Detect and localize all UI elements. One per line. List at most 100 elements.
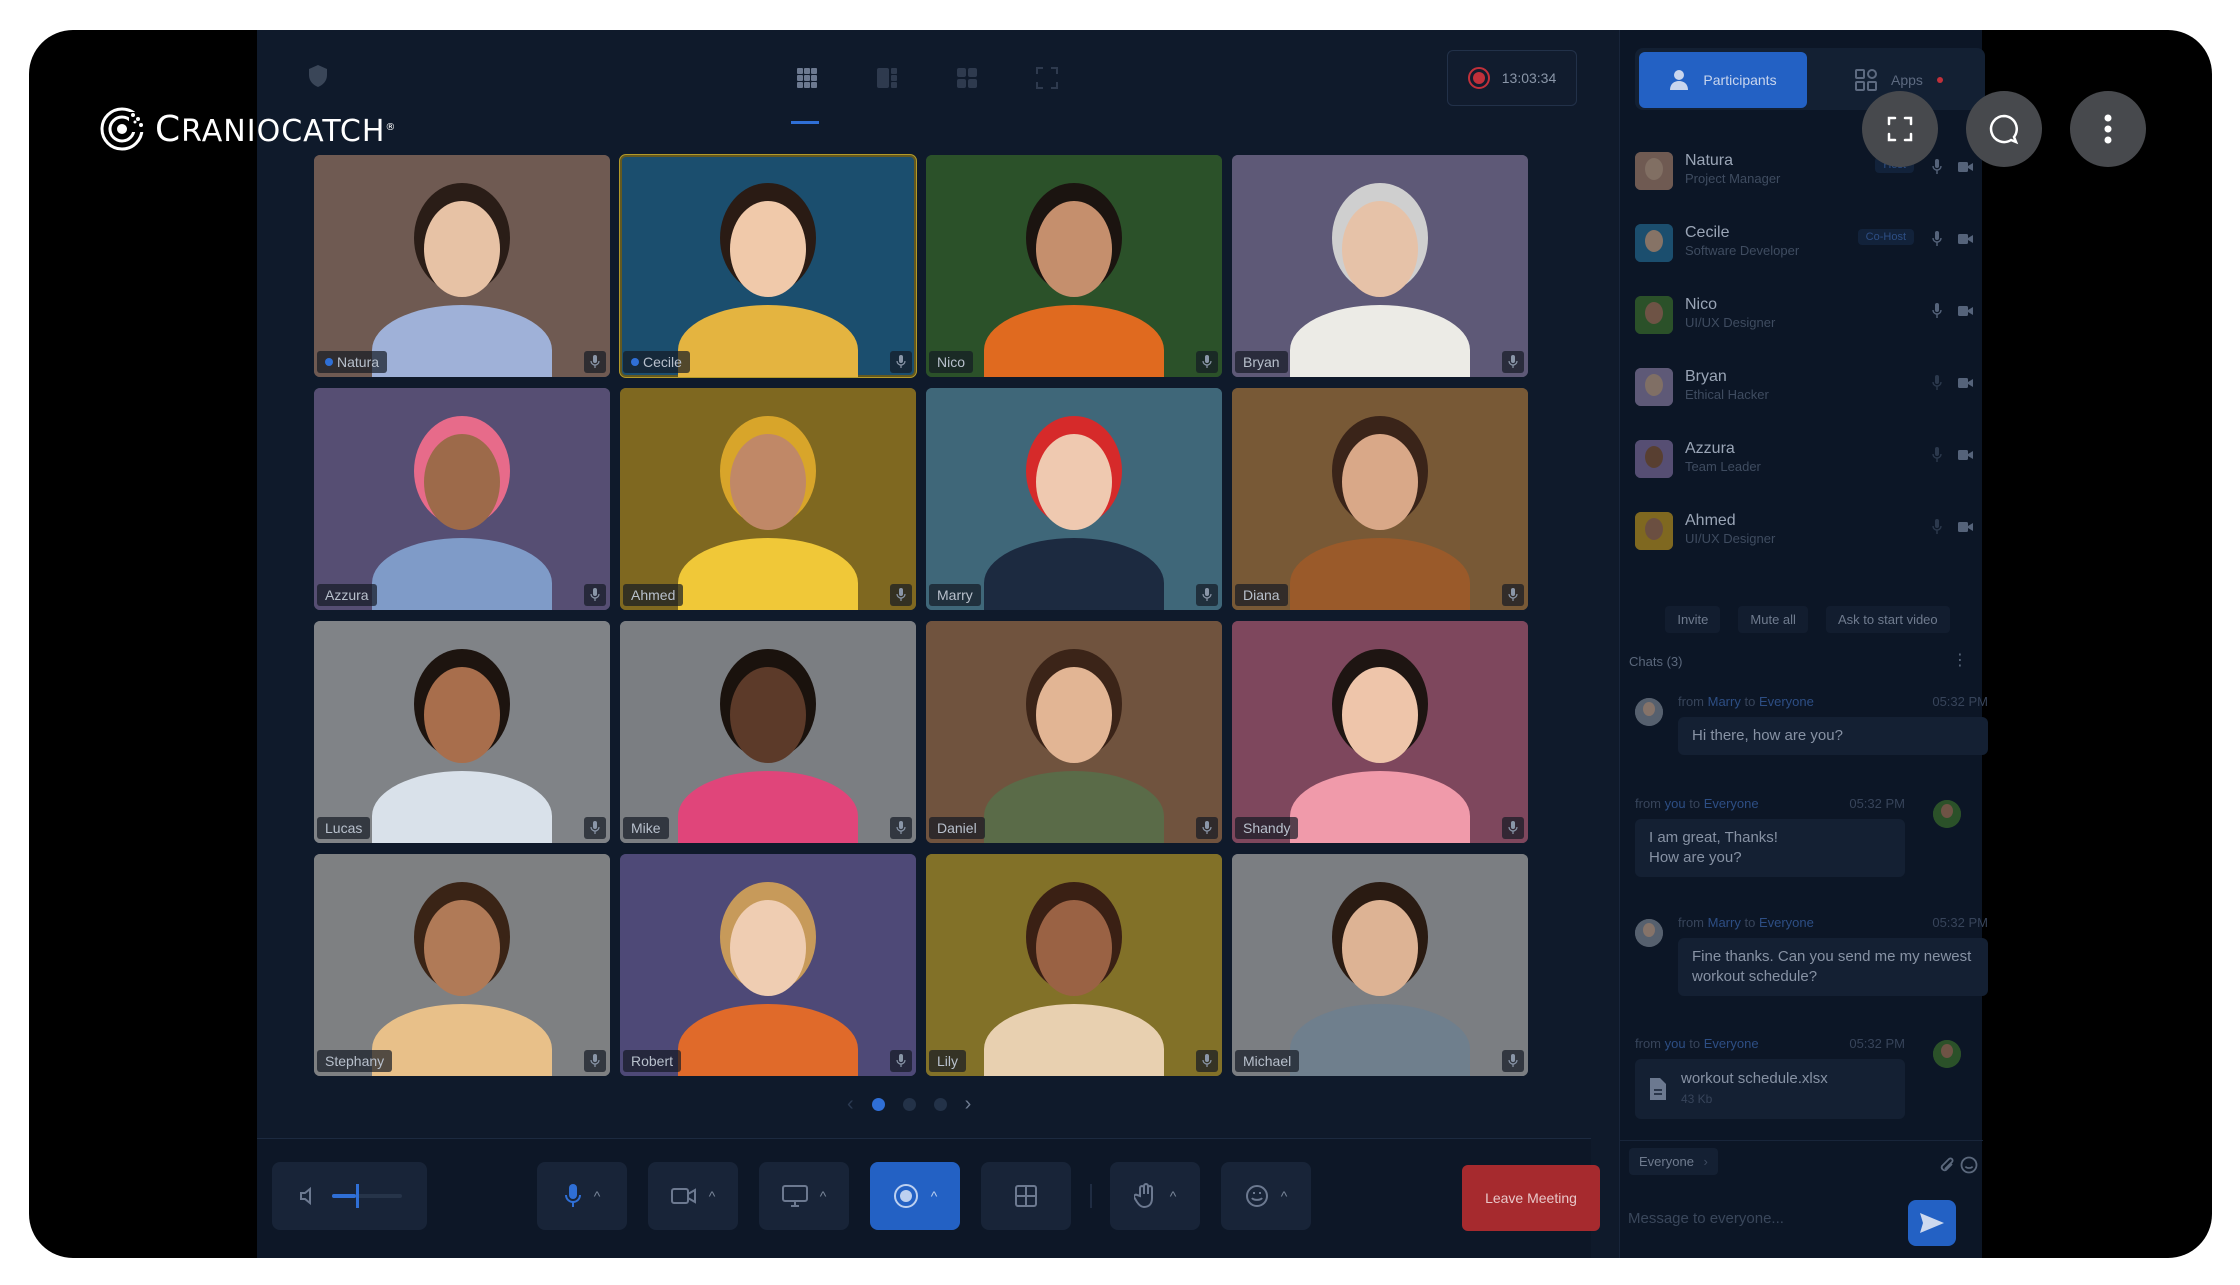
chats-more-icon[interactable]: ⋮ <box>1952 650 1968 670</box>
grid-view-button[interactable] <box>792 63 822 93</box>
raise-hand-button[interactable]: ^ <box>1110 1162 1200 1230</box>
leave-meeting-button[interactable]: Leave Meeting <box>1462 1165 1600 1231</box>
participant-row[interactable]: Cecile Software Developer Co-Host <box>1635 224 1980 296</box>
video-tile[interactable]: Mike <box>620 621 916 843</box>
screen-frame: CRANIOCATCH® 13:03:34 Natura Cecile Nico… <box>29 30 2212 1258</box>
volume-control[interactable] <box>272 1162 427 1230</box>
participant-row[interactable]: Azzura Team Leader <box>1635 440 1980 512</box>
page-dot[interactable] <box>933 1098 947 1111</box>
participant-name-tag: Stephany <box>317 1050 393 1072</box>
video-tile[interactable]: Shandy <box>1232 621 1528 843</box>
video-tile[interactable]: Diana <box>1232 388 1528 610</box>
video-tile[interactable]: Bryan <box>1232 155 1528 377</box>
more-options-button[interactable] <box>2070 91 2146 167</box>
camera-icon[interactable] <box>1958 449 1974 461</box>
recording-timer: 13:03:34 <box>1447 50 1577 106</box>
video-tile[interactable]: Ahmed <box>620 388 916 610</box>
message-time: 05:32 PM <box>1932 915 1988 930</box>
camera-button[interactable]: ^ <box>648 1162 738 1230</box>
microphone-button[interactable]: ^ <box>537 1162 627 1230</box>
participant-row[interactable]: Natura Project Manager Host <box>1635 152 1980 224</box>
mic-icon[interactable] <box>1932 375 1942 391</box>
prev-page-icon[interactable]: ‹ <box>847 1093 854 1116</box>
video-tile[interactable]: Marry <box>926 388 1222 610</box>
chevron-up-icon[interactable]: ^ <box>1281 1188 1288 1204</box>
my-avatar <box>1933 800 1961 828</box>
camera-icon[interactable] <box>1958 233 1974 245</box>
layout-button[interactable] <box>981 1162 1071 1230</box>
focus-view-icon <box>1036 67 1058 89</box>
participant-action-button[interactable]: Invite <box>1665 606 1721 633</box>
control-divider <box>1090 1184 1092 1208</box>
sender-name: Marry <box>1707 694 1741 709</box>
page-dot[interactable] <box>902 1098 916 1111</box>
participant-face <box>1036 667 1112 763</box>
side-panel: Participants Apps Natura Project Manager… <box>1619 30 1988 1258</box>
send-button[interactable] <box>1908 1200 1956 1246</box>
notification-dot <box>1936 77 1943 83</box>
participant-role: UI/UX Designer <box>1685 315 1776 330</box>
page-dot[interactable] <box>871 1098 885 1111</box>
participant-action-button[interactable]: Ask to start video <box>1825 606 1950 633</box>
reactions-button[interactable]: ^ <box>1221 1162 1311 1230</box>
focus-view-button[interactable] <box>1032 63 1062 93</box>
mic-icon[interactable] <box>1932 303 1942 319</box>
camera-icon[interactable] <box>1958 521 1974 533</box>
participant-name-tag: Lucas <box>317 817 371 839</box>
tiles-view-icon <box>957 68 977 88</box>
mic-icon[interactable] <box>1932 519 1942 535</box>
video-tile[interactable]: Cecile <box>619 154 917 378</box>
video-tile[interactable]: Michael <box>1232 854 1528 1076</box>
participant-row[interactable]: Bryan Ethical Hacker <box>1635 368 1980 440</box>
volume-knob[interactable] <box>356 1184 359 1208</box>
mic-icon[interactable] <box>1932 159 1942 175</box>
smiley-icon <box>1245 1185 1268 1207</box>
muted-mic-icon <box>1196 584 1218 606</box>
video-tile[interactable]: Stephany <box>314 854 610 1076</box>
video-tile[interactable]: Natura <box>314 155 610 377</box>
message-bubble: Hi there, how are you? <box>1678 717 1988 755</box>
tab-participants[interactable]: Participants <box>1639 52 1807 108</box>
camera-icon[interactable] <box>1958 305 1974 317</box>
volume-slider[interactable] <box>331 1184 402 1208</box>
recipient-selector[interactable]: Everyone › <box>1629 1148 1718 1175</box>
muted-mic-icon <box>1502 817 1524 839</box>
participant-row[interactable]: Ahmed UI/UX Designer <box>1635 512 1980 584</box>
message-time: 05:32 PM <box>1849 1036 1905 1051</box>
participant-name: Natura <box>1685 152 1734 169</box>
next-page-icon[interactable]: › <box>965 1093 972 1116</box>
record-button[interactable]: ^ <box>870 1162 960 1230</box>
chevron-up-icon[interactable]: ^ <box>594 1188 601 1204</box>
avatar <box>1635 152 1673 190</box>
chat-button[interactable] <box>1966 91 2042 167</box>
participant-row[interactable]: Nico UI/UX Designer <box>1635 296 1980 368</box>
attach-icon[interactable] <box>1938 1156 1956 1174</box>
chevron-up-icon[interactable]: ^ <box>931 1188 938 1204</box>
video-tile[interactable]: Azzura <box>314 388 610 610</box>
participant-name-tag: Bryan <box>1235 351 1288 373</box>
chevron-up-icon[interactable]: ^ <box>1170 1188 1177 1204</box>
chevron-up-icon[interactable]: ^ <box>820 1188 827 1204</box>
file-attachment[interactable]: workout schedule.xlsx 43 Kb <box>1635 1059 1905 1119</box>
screen-share-button[interactable]: ^ <box>759 1162 849 1230</box>
video-tile[interactable]: Lily <box>926 854 1222 1076</box>
video-tile[interactable]: Daniel <box>926 621 1222 843</box>
chevron-up-icon[interactable]: ^ <box>709 1188 716 1204</box>
participant-controls <box>1932 519 1974 535</box>
video-tile[interactable]: Robert <box>620 854 916 1076</box>
tiles-view-button[interactable] <box>952 63 982 93</box>
video-tile[interactable]: Nico <box>926 155 1222 377</box>
file-size: 43 Kb <box>1681 1092 1713 1106</box>
sidebar-view-button[interactable] <box>872 63 902 93</box>
camera-icon[interactable] <box>1958 377 1974 389</box>
mic-icon[interactable] <box>1932 447 1942 463</box>
mic-icon[interactable] <box>1932 231 1942 247</box>
fullscreen-button[interactable] <box>1862 91 1938 167</box>
send-icon <box>1920 1213 1944 1233</box>
message-bubble: Fine thanks. Can you send me my newest w… <box>1678 938 1988 996</box>
emoji-icon[interactable] <box>1960 1156 1978 1174</box>
video-tile[interactable]: Lucas <box>314 621 610 843</box>
message-input[interactable] <box>1628 1210 1878 1227</box>
participant-action-button[interactable]: Mute all <box>1738 606 1808 633</box>
camera-icon[interactable] <box>1958 161 1974 173</box>
